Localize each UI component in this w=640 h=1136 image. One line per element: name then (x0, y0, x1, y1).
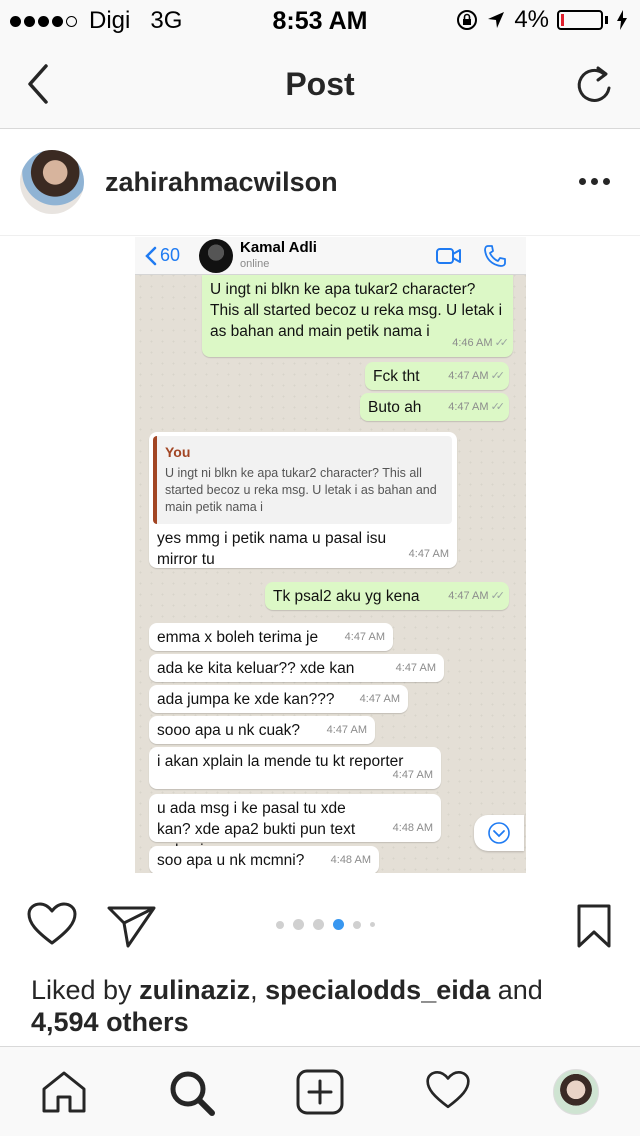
message-time: 4:47 AM (359, 693, 400, 705)
charging-icon (617, 10, 627, 30)
quoted-sender: You (165, 444, 191, 460)
battery-icon (557, 10, 603, 30)
unread-count: 60 (160, 245, 181, 265)
message-in: emma x boleh terima je 4:47 AM (149, 623, 393, 651)
message-text: yes mmg i petik nama u pasal isu mirror … (157, 530, 387, 568)
add-post-icon[interactable] (296, 1069, 344, 1115)
message-text: ada ke kita keluar?? xde kan (157, 660, 355, 677)
author-avatar[interactable] (20, 150, 84, 214)
carousel-dot (370, 922, 375, 927)
chat-back: 60 (145, 245, 180, 266)
phone-call-icon (484, 245, 506, 267)
post-actions (0, 875, 640, 975)
status-right: 4% (456, 6, 628, 34)
read-ticks-icon: ✓✓ (494, 337, 510, 349)
likes-summary: Liked by zulinaziz, specialodds_eida and… (31, 974, 591, 1038)
message-out: Tk psal2 aku yg kena 4:47 AM ✓✓ (265, 582, 509, 610)
carousel-dot-active (333, 919, 344, 930)
message-time: 4:47 AM (408, 548, 449, 560)
quoted-text: U ingt ni blkn ke apa tukar2 character? … (165, 466, 437, 514)
likes-others-count[interactable]: 4,594 others (31, 1007, 189, 1037)
video-call-icon (436, 248, 461, 264)
contact-avatar (199, 239, 233, 273)
activity-heart-icon[interactable] (425, 1069, 471, 1111)
carousel-dot (276, 920, 284, 929)
message-time: 4:46 AM (452, 337, 493, 349)
message-in: ada jumpa ke xde kan??? 4:47 AM (149, 685, 408, 713)
read-ticks-icon: ✓✓ (490, 370, 506, 382)
read-ticks-icon: ✓✓ (490, 590, 506, 602)
carousel-dot (313, 919, 324, 930)
whatsapp-chat-screenshot: 60 Kamal Adli online U ingt ni blkn ke a… (135, 237, 526, 873)
message-in: soo apa u nk mcmni? 4:48 AM (149, 846, 379, 873)
message-in: i akan xplain la mende tu kt reporter 4:… (149, 747, 441, 789)
page-title: Post (285, 66, 355, 102)
message-out: U ingt ni blkn ke apa tukar2 character? … (202, 275, 513, 357)
chat-header: 60 Kamal Adli online (135, 237, 526, 275)
message-out: Fck tht 4:47 AM ✓✓ (365, 362, 509, 390)
profile-avatar[interactable] (553, 1069, 599, 1115)
quoted-message: You U ingt ni blkn ke apa tukar2 charact… (153, 436, 452, 524)
navigation-bar: Post (0, 40, 640, 129)
heart-icon[interactable] (26, 901, 78, 947)
carousel-indicator (276, 919, 375, 930)
read-ticks-icon: ✓✓ (490, 401, 506, 413)
message-time: 4:47 AM (448, 370, 489, 382)
bookmark-icon[interactable] (576, 903, 612, 949)
message-in: ada ke kita keluar?? xde kan 4:47 AM (149, 654, 444, 682)
carousel-dot (293, 919, 304, 930)
message-time: 4:47 AM (448, 401, 489, 413)
liker-username[interactable]: specialodds_eida (265, 975, 490, 1005)
message-in: sooo apa u nk cuak? 4:47 AM (149, 716, 375, 744)
chevron-left-icon (145, 246, 157, 265)
home-icon[interactable] (40, 1069, 88, 1115)
message-time: 4:48 AM (392, 822, 433, 834)
status-bar: Digi 3G 8:53 AM 4% (0, 0, 640, 40)
author-username[interactable]: zahirahmacwilson (105, 167, 338, 198)
likes-prefix: Liked by (31, 975, 132, 1005)
refresh-icon[interactable] (574, 62, 614, 106)
location-icon (488, 12, 505, 28)
search-icon[interactable] (168, 1069, 216, 1117)
message-time: 4:47 AM (392, 769, 433, 781)
message-time: 4:47 AM (326, 724, 367, 736)
message-text: i akan xplain la mende tu kt reporter (157, 753, 404, 770)
message-time: 4:47 AM (448, 590, 489, 602)
scroll-down-button (474, 815, 524, 851)
chevron-down-circle-icon (488, 822, 510, 844)
send-icon[interactable] (106, 903, 158, 949)
post-header: zahirahmacwilson (0, 130, 640, 236)
message-time: 4:47 AM (395, 662, 436, 674)
message-time: 4:48 AM (330, 854, 371, 866)
post-image[interactable]: 60 Kamal Adli online U ingt ni blkn ke a… (0, 237, 640, 875)
likes-conjunction: and (497, 975, 543, 1005)
liker-username[interactable]: zulinaziz (139, 975, 250, 1005)
contact-name: Kamal Adli (240, 239, 317, 256)
message-in: u ada msg i ke pasal tu xde kan? xde apa… (149, 794, 441, 859)
contact-status: online (240, 258, 270, 270)
bottom-tab-bar (0, 1046, 640, 1136)
more-options-icon[interactable] (579, 178, 610, 185)
message-time: 4:47 AM (344, 631, 385, 643)
message-out: Buto ah 4:47 AM ✓✓ (360, 393, 509, 421)
rotation-lock-icon (457, 10, 478, 30)
likes-separator: , (250, 975, 258, 1005)
message-in-reply: You U ingt ni blkn ke apa tukar2 charact… (149, 432, 457, 568)
battery-percent: 4% (514, 6, 549, 33)
carousel-dot (353, 920, 361, 929)
